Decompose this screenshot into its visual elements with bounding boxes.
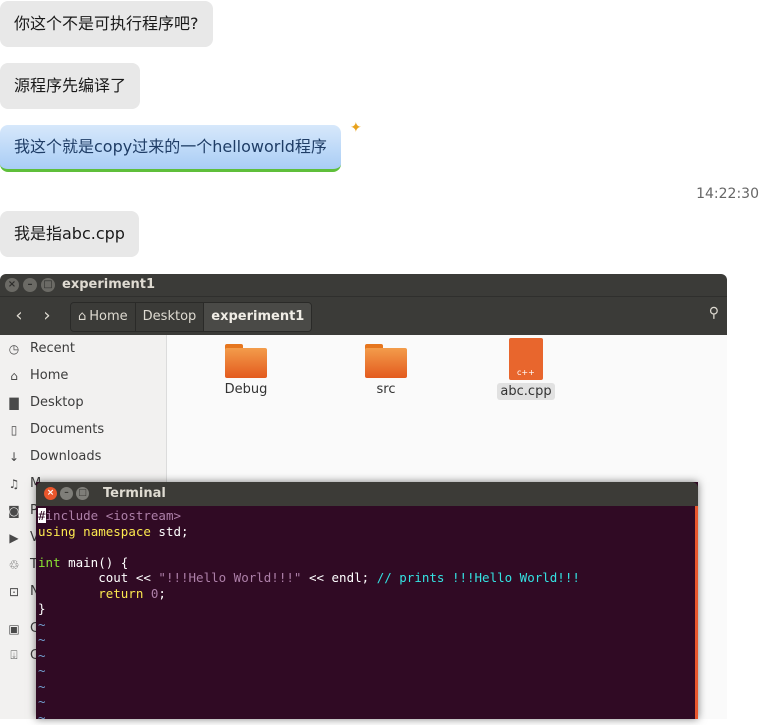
code-token: include [46,508,99,523]
code-token: << endl; [301,570,376,585]
breadcrumb-home[interactable]: ⌂ Home [71,303,136,331]
maximize-icon[interactable]: □ [41,278,55,292]
minimize-icon[interactable]: – [23,278,37,292]
download-icon: ↓ [6,450,22,464]
code-token: 0 [143,586,158,601]
terminal-border [695,506,698,719]
code-token: } [38,601,46,616]
file-item-src[interactable]: src [341,344,431,397]
file-item-abc-cpp[interactable]: c++ abc.cpp [481,344,571,399]
file-type-badge: c++ [517,368,535,377]
sidebar-item-downloads[interactable]: ↓ Downloads [0,443,166,470]
search-icon[interactable]: ⚲ [709,305,719,321]
folder-icon [365,344,407,378]
clock-icon: ◷ [6,342,22,356]
code-token: main() { [61,555,129,570]
empty-line-marker: ~ [38,694,698,710]
pinwheel-icon: ✦ [350,120,362,136]
code-token: using [38,524,76,539]
code-token: int [38,555,61,570]
empty-line-marker: ~ [38,679,698,695]
code-token: cout << [38,570,158,585]
code-token: ; [158,586,166,601]
chat-message: 你这个不是可执行程序吧? [0,1,213,47]
terminal-titlebar: × – □ Terminal [36,482,698,506]
sidebar-item-label: Downloads [30,449,101,464]
window-titlebar: × – □ experiment1 [0,274,727,296]
toolbar: ‹ › ⌂ Home Desktop experiment1 ⚲ [0,296,727,335]
empty-line-marker: ~ [38,648,698,664]
code-line: return 0; [38,586,698,602]
code-line: cout << "!!!Hello World!!!" << endl; // … [38,570,698,586]
empty-line-marker: ~ [38,617,698,633]
close-icon[interactable]: × [5,278,19,292]
message-timestamp: 14:22:30 [696,186,759,202]
code-line: #include <iostream> [38,508,698,524]
code-token: std; [151,524,189,539]
file-name: Debug [225,382,268,397]
code-token: return [38,586,143,601]
sidebar-item-label: Desktop [30,395,84,410]
terminal-title: Terminal [103,482,166,506]
video-icon: ▶ [6,531,22,545]
chat-message: 源程序先编译了 [0,63,140,109]
empty-line-marker: ~ [38,632,698,648]
window-title: experiment1 [62,274,155,296]
sidebar-item-label: Recent [30,341,75,356]
sidebar-item-recent[interactable]: ◷ Recent [0,335,166,362]
network-icon: ⊡ [6,585,22,599]
sidebar-item-label: Documents [30,422,104,437]
code-line: using namespace std; [38,524,698,540]
folder-icon [225,344,267,378]
code-token: // prints !!!Hello World!!! [377,570,580,585]
back-icon[interactable]: ‹ [6,303,32,329]
drive2-icon: ⍗ [6,648,22,663]
document-icon: ▯ [6,423,22,437]
breadcrumb-label: Home [89,303,127,331]
file-name: src [377,382,396,397]
file-name: abc.cpp [497,383,554,400]
sidebar-item-label: Home [30,368,68,383]
music-icon: ♫ [6,477,22,491]
folder-icon: ▇ [6,396,22,410]
file-item-debug[interactable]: Debug [201,344,291,397]
breadcrumb: ⌂ Home Desktop experiment1 [70,302,312,332]
code-token: namespace [76,524,151,539]
sidebar-item-documents[interactable]: ▯ Documents [0,416,166,443]
close-icon[interactable]: × [44,487,57,500]
cpp-file-icon: c++ [509,338,543,380]
camera-icon: ◙ [6,504,22,518]
breadcrumb-experiment1[interactable]: experiment1 [204,303,311,331]
code-line [38,539,698,555]
code-line: int main() { [38,555,698,571]
sidebar-item-home[interactable]: ⌂ Home [0,362,166,389]
forward-icon[interactable]: › [34,303,60,329]
terminal-window[interactable]: × – □ Terminal #include <iostream>using … [36,482,698,719]
home-icon: ⌂ [78,303,86,331]
empty-line-marker: ~ [38,710,698,725]
home-icon: ⌂ [6,369,22,383]
text-cursor: # [38,508,46,523]
code-line: } [38,601,698,617]
chat-message: 我是指abc.cpp [0,211,139,257]
trash-icon: ♲ [6,558,22,572]
code-token: "!!!Hello World!!!" [158,570,301,585]
empty-line-marker: ~ [38,663,698,679]
code-token: <iostream> [98,508,181,523]
drive-icon: ▣ [6,622,22,636]
minimize-icon[interactable]: – [60,487,73,500]
sidebar-item-desktop[interactable]: ▇ Desktop [0,389,166,416]
maximize-icon[interactable]: □ [76,487,89,500]
terminal-content[interactable]: #include <iostream>using namespace std; … [36,506,698,725]
chat-message-highlighted: 我这个就是copy过来的一个helloworld程序 [0,125,341,172]
breadcrumb-desktop[interactable]: Desktop [136,303,205,331]
